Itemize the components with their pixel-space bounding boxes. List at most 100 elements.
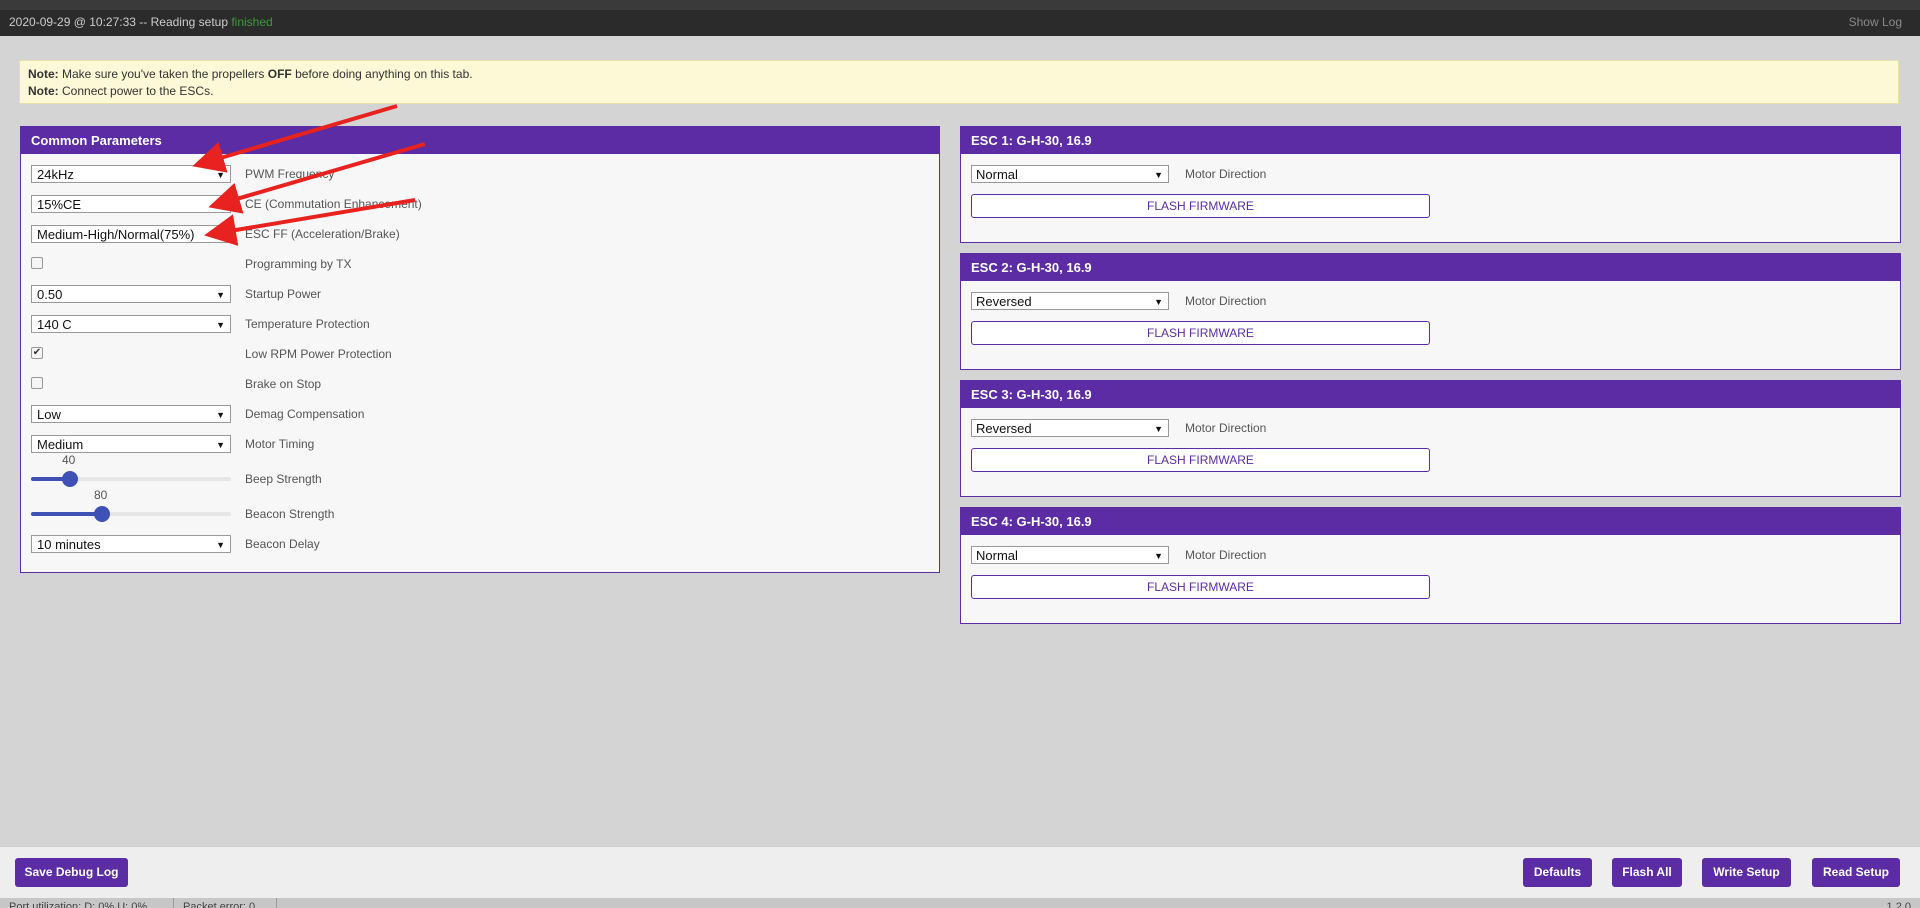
select-value: 24kHz	[37, 167, 74, 182]
flash-all-button[interactable]: Flash All	[1612, 858, 1682, 887]
esc-4-title: ESC 4: G-H-30, 16.9	[961, 508, 1900, 535]
startup-power-select[interactable]: 0.50 ▼	[31, 285, 231, 303]
window-top-strip	[0, 0, 1920, 10]
esc-3-panel: ESC 3: G-H-30, 16.9 Reversed ▼ Motor Dire…	[960, 380, 1901, 497]
chevron-down-icon: ▼	[216, 170, 225, 180]
packet-error-text: Packet error: 0	[183, 901, 256, 908]
note-label: Note:	[28, 67, 59, 81]
select-value: 15%CE	[37, 197, 82, 212]
beacon-strength-fill	[31, 512, 102, 516]
pwm-frequency-select[interactable]: 24kHz ▼	[31, 165, 231, 183]
esc-2-direction-select[interactable]: Reversed ▼	[971, 292, 1169, 310]
motor-timing-select[interactable]: Medium ▼	[31, 435, 231, 453]
esc-2-direction-label: Motor Direction	[1185, 294, 1267, 308]
esc-3-flash-firmware-button[interactable]: FLASH FIRMWARE	[971, 448, 1430, 472]
select-value: Reversed	[976, 294, 1032, 309]
low-rpm-protection-checkbox[interactable]: ✔	[31, 347, 43, 359]
pwm-frequency-label: PWM Frequency	[245, 167, 335, 181]
log-bar: 2020-09-29 @ 10:27:33 -- Reading setup f…	[0, 10, 1920, 36]
esc-3-direction-select[interactable]: Reversed ▼	[971, 419, 1169, 437]
status-divider	[173, 898, 174, 908]
esc-ff-select[interactable]: Medium-High/Normal(75%) ▼	[31, 225, 231, 243]
low-rpm-protection-label: Low RPM Power Protection	[245, 347, 392, 361]
select-value: Reversed	[976, 421, 1032, 436]
esc-1-panel: ESC 1: G-H-30, 16.9 Normal ▼ Motor Direct…	[960, 126, 1901, 243]
esc-3-direction-label: Motor Direction	[1185, 421, 1267, 435]
port-utilization-text: Port utilization: D: 0% U: 0%	[9, 901, 148, 908]
version-text: 1.2.0	[1886, 901, 1911, 908]
select-value: Medium-High/Normal(75%)	[37, 227, 195, 242]
note-text: Make sure you've taken the propellers	[62, 67, 265, 81]
chevron-down-icon: ▼	[216, 230, 225, 240]
select-value: 10 minutes	[37, 537, 101, 552]
temperature-protection-label: Temperature Protection	[245, 317, 370, 331]
save-debug-log-button[interactable]: Save Debug Log	[15, 858, 128, 887]
beep-strength-value: 40	[62, 453, 76, 467]
note-bold: OFF	[267, 67, 292, 81]
chevron-down-icon: ▼	[216, 440, 225, 450]
startup-power-label: Startup Power	[245, 287, 322, 301]
chevron-down-icon: ▼	[1154, 424, 1163, 434]
beep-strength-row: 40 Beep Strength	[31, 453, 322, 487]
bottom-toolbar: Save Debug Log Defaults Flash All Write …	[0, 846, 1920, 899]
select-value: Normal	[976, 548, 1018, 563]
programming-by-tx-checkbox[interactable]	[31, 257, 43, 269]
esc-4-direction-select[interactable]: Normal ▼	[971, 546, 1169, 564]
esc-1-direction-label: Motor Direction	[1185, 167, 1267, 181]
note-label: Note:	[28, 84, 59, 98]
checkmark-icon: ✔	[32, 347, 42, 358]
note-text: Connect power to the ESCs.	[62, 84, 214, 98]
esc-1-title: ESC 1: G-H-30, 16.9	[961, 127, 1900, 154]
select-value: 0.50	[37, 287, 63, 302]
common-parameters-panel: Common Parameters 24kHz ▼ PWM Frequency 1…	[20, 126, 940, 573]
log-message: 2020-09-29 @ 10:27:33 -- Reading setup f…	[9, 10, 273, 34]
common-parameters-title: Common Parameters	[21, 127, 939, 154]
esc-2-panel: ESC 2: G-H-30, 16.9 Reversed ▼ Motor Dire…	[960, 253, 1901, 370]
log-prefix: 2020-09-29 @ 10:27:33 -- Reading setup	[9, 15, 228, 29]
beacon-strength-thumb[interactable]	[94, 506, 110, 522]
beacon-strength-label: Beacon Strength	[245, 507, 335, 521]
demag-compensation-select[interactable]: Low ▼	[31, 405, 231, 423]
write-setup-button[interactable]: Write Setup	[1702, 858, 1791, 887]
esc-3-title: ESC 3: G-H-30, 16.9	[961, 381, 1900, 408]
beacon-strength-value: 80	[94, 488, 108, 502]
select-value: Medium	[37, 437, 84, 452]
chevron-down-icon: ▼	[216, 540, 225, 550]
select-value: Low	[37, 407, 61, 422]
ce-select[interactable]: 15%CE ▼	[31, 195, 231, 213]
note-line-2: Note: Connect power to the ESCs.	[28, 83, 1890, 100]
read-setup-button[interactable]: Read Setup	[1812, 858, 1900, 887]
ce-label: CE (Commutation Enhancement)	[245, 197, 422, 211]
temperature-protection-select[interactable]: 140 C ▼	[31, 315, 231, 333]
esc-4-direction-label: Motor Direction	[1185, 548, 1267, 562]
brake-on-stop-checkbox[interactable]	[31, 377, 43, 389]
esc-4-flash-firmware-button[interactable]: FLASH FIRMWARE	[971, 575, 1430, 599]
esc-2-title: ESC 2: G-H-30, 16.9	[961, 254, 1900, 281]
note-line-1: Note: Make sure you've taken the propell…	[28, 66, 1890, 83]
beep-strength-thumb[interactable]	[62, 471, 78, 487]
defaults-button[interactable]: Defaults	[1523, 858, 1592, 887]
chevron-down-icon: ▼	[1154, 297, 1163, 307]
note-text: before doing anything on this tab.	[295, 67, 473, 81]
beacon-strength-row: 80 Beacon Strength	[31, 488, 334, 522]
chevron-down-icon: ▼	[1154, 170, 1163, 180]
chevron-down-icon: ▼	[216, 290, 225, 300]
beep-strength-label: Beep Strength	[245, 472, 322, 486]
esc-1-direction-select[interactable]: Normal ▼	[971, 165, 1169, 183]
chevron-down-icon: ▼	[216, 320, 225, 330]
beacon-delay-select[interactable]: 10 minutes ▼	[31, 535, 231, 553]
esc-2-flash-firmware-button[interactable]: FLASH FIRMWARE	[971, 321, 1430, 345]
beacon-delay-label: Beacon Delay	[245, 537, 320, 551]
programming-by-tx-label: Programming by TX	[245, 257, 352, 271]
esc-1-flash-firmware-button[interactable]: FLASH FIRMWARE	[971, 194, 1430, 218]
esc-ff-label: ESC FF (Acceleration/Brake)	[245, 227, 400, 241]
motor-timing-label: Motor Timing	[245, 437, 315, 451]
warning-note: Note: Make sure you've taken the propell…	[19, 60, 1899, 104]
show-log-link[interactable]: Show Log	[1849, 10, 1902, 34]
chevron-down-icon: ▼	[216, 410, 225, 420]
select-value: Normal	[976, 167, 1018, 182]
chevron-down-icon: ▼	[1154, 551, 1163, 561]
demag-compensation-label: Demag Compensation	[245, 407, 365, 421]
status-divider	[276, 898, 277, 908]
brake-on-stop-label: Brake on Stop	[245, 377, 322, 391]
